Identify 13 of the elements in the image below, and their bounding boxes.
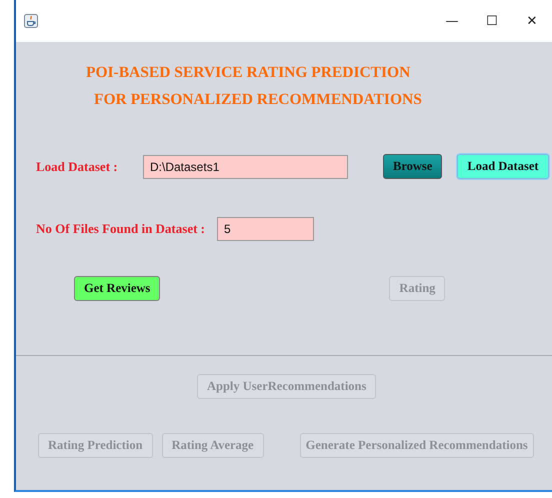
file-count-field[interactable]: 5: [217, 217, 314, 241]
action-button[interactable]: Load Dataset: [457, 154, 549, 179]
app-icon: [24, 14, 38, 28]
action-button[interactable]: Browse: [383, 154, 442, 179]
dataset-path-field[interactable]: D:\Datasets1: [143, 154, 348, 178]
action-button[interactable]: Get Reviews: [74, 276, 160, 301]
field-label: Load Dataset :: [36, 158, 119, 174]
maximize-button[interactable]: ☐: [472, 0, 512, 42]
close-button[interactable]: ✕: [512, 0, 552, 42]
minimize-button[interactable]: —: [432, 0, 472, 42]
heading-text: POI-BASED SERVICE RATING PREDICTION: [86, 64, 412, 82]
heading-text: FOR PERSONALIZED RECOMMENDATIONS: [94, 91, 423, 109]
field-label: No Of Files Found in Dataset :: [36, 221, 206, 237]
